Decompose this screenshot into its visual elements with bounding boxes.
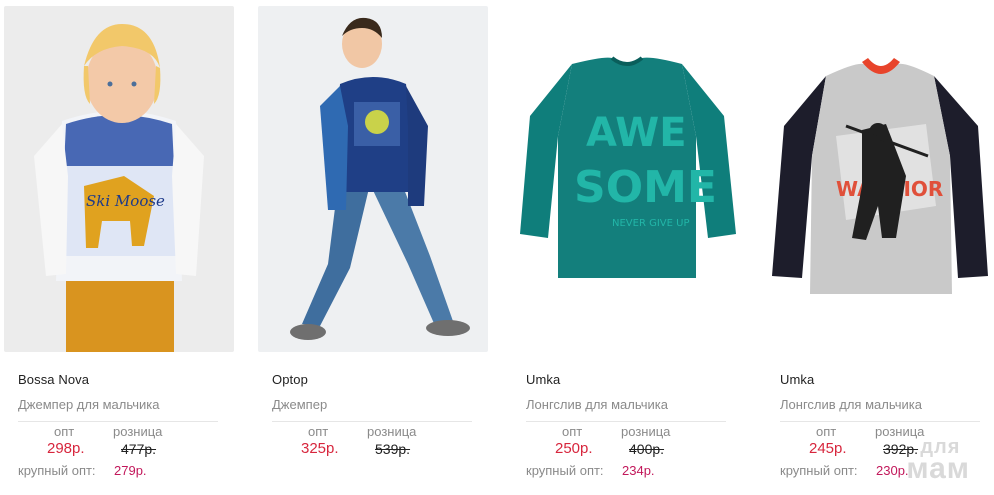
product-brand[interactable]: Umka — [526, 372, 560, 387]
divider — [272, 421, 472, 422]
retail-price: 400р. — [629, 441, 665, 457]
retail-price: 477р. — [121, 441, 157, 457]
print-text-1: Ski Moose — [86, 192, 165, 210]
product-photo-3[interactable]: AWE SOME NEVER GIVE UP — [512, 6, 742, 352]
retail-label: розница — [875, 424, 925, 439]
product-photo-1[interactable]: Ski Moose — [4, 6, 234, 352]
retail-price: 539р. — [375, 441, 411, 457]
retail-label: розница — [621, 424, 671, 439]
opt-label: опт — [308, 424, 329, 439]
watermark-line-2: мам — [906, 451, 970, 485]
print-text-never: NEVER GIVE UP — [612, 218, 689, 229]
product-brand[interactable]: Umka — [780, 372, 814, 387]
product-card-4[interactable]: WARRIOR Umka Лонгслив для мальчика опт р… — [762, 0, 994, 495]
opt-price: 245р. — [809, 440, 847, 457]
product-photo-2[interactable] — [258, 6, 488, 352]
bulk-label: крупный опт: — [780, 463, 858, 478]
opt-price: 250р. — [555, 440, 593, 457]
bulk-price: 234р. — [622, 463, 655, 478]
product-grid: Ski Moose Bossa Nova Джемпер для мальчик… — [0, 0, 994, 495]
boy-jumper-jeans-illustration — [258, 6, 488, 352]
ninja-longsleeve-illustration: WARRIOR — [766, 6, 994, 352]
bulk-price: 230р. — [876, 463, 909, 478]
teal-longsleeve-illustration: AWE SOME NEVER GIVE UP — [512, 6, 742, 352]
product-brand[interactable]: Bossa Nova — [18, 372, 89, 387]
boy-jumper-illustration: Ski Moose — [4, 6, 234, 352]
opt-label: опт — [54, 424, 75, 439]
opt-price: 298р. — [47, 440, 85, 457]
product-photo-4[interactable]: WARRIOR — [766, 6, 994, 352]
bulk-label: крупный опт: — [526, 463, 604, 478]
product-card-1[interactable]: Ski Moose Bossa Nova Джемпер для мальчик… — [0, 0, 254, 495]
divider — [780, 421, 980, 422]
opt-price: 325р. — [301, 440, 339, 457]
print-text-some: SOME — [574, 162, 717, 213]
opt-label: опт — [816, 424, 837, 439]
bulk-price: 279р. — [114, 463, 147, 478]
product-description[interactable]: Лонгслив для мальчика — [780, 397, 922, 412]
product-description[interactable]: Джемпер для мальчика — [18, 397, 160, 412]
retail-label: розница — [367, 424, 417, 439]
product-card-2[interactable]: Optop Джемпер опт розница 325р. 539р. — [254, 0, 508, 495]
print-text-awe: AWE — [586, 110, 687, 156]
retail-label: розница — [113, 424, 163, 439]
site-watermark: для мам — [906, 437, 970, 485]
product-description[interactable]: Джемпер — [272, 397, 327, 412]
product-brand[interactable]: Optop — [272, 372, 308, 387]
product-description[interactable]: Лонгслив для мальчика — [526, 397, 668, 412]
opt-label: опт — [562, 424, 583, 439]
divider — [526, 421, 726, 422]
product-card-3[interactable]: AWE SOME NEVER GIVE UP Umka Лонгслив для… — [508, 0, 762, 495]
divider — [18, 421, 218, 422]
bulk-label: крупный опт: — [18, 463, 96, 478]
